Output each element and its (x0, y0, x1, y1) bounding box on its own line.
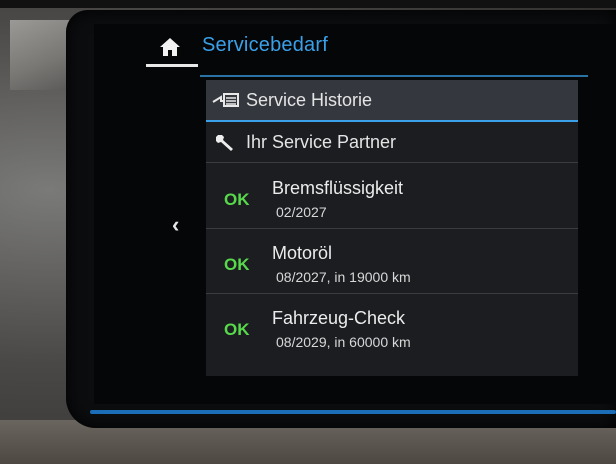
service-item-vehicle-check[interactable]: OK Fahrzeug-Check 08/2029, in 60000 km (206, 294, 578, 358)
service-name: Motoröl (272, 243, 333, 263)
service-history-icon (206, 91, 246, 109)
service-item-engine-oil[interactable]: OK Motoröl 08/2027, in 19000 km (206, 229, 578, 294)
window-reflection (10, 20, 70, 90)
menu-item-service-history[interactable]: Service Historie (206, 80, 578, 122)
header-divider (200, 75, 588, 77)
menu-item-service-partner[interactable]: Ihr Service Partner (206, 122, 578, 163)
status-badge: OK (224, 190, 250, 209)
home-icon[interactable] (158, 36, 182, 58)
menu-item-label: Ihr Service Partner (246, 131, 397, 152)
photo-top-border (0, 0, 616, 8)
service-name: Fahrzeug-Check (272, 308, 406, 328)
ambient-light-strip (90, 410, 616, 414)
page-title: Servicebedarf (202, 34, 328, 56)
service-menu: Service Historie Ihr Service Partner OK … (206, 80, 578, 376)
service-item-brake-fluid[interactable]: OK Bremsflüssigkeit 02/2027 (206, 164, 578, 229)
service-due: 08/2029, in 60000 km (276, 334, 411, 350)
home-underline (146, 64, 198, 67)
status-badge: OK (224, 255, 250, 274)
service-due: 08/2027, in 19000 km (276, 269, 411, 285)
service-due: 02/2027 (276, 204, 327, 220)
wrench-icon (206, 132, 246, 152)
status-badge: OK (224, 320, 250, 339)
chevron-left-icon[interactable]: ‹ (172, 212, 179, 238)
service-name: Bremsflüssigkeit (272, 178, 404, 198)
menu-item-label: Service Historie (246, 89, 373, 110)
